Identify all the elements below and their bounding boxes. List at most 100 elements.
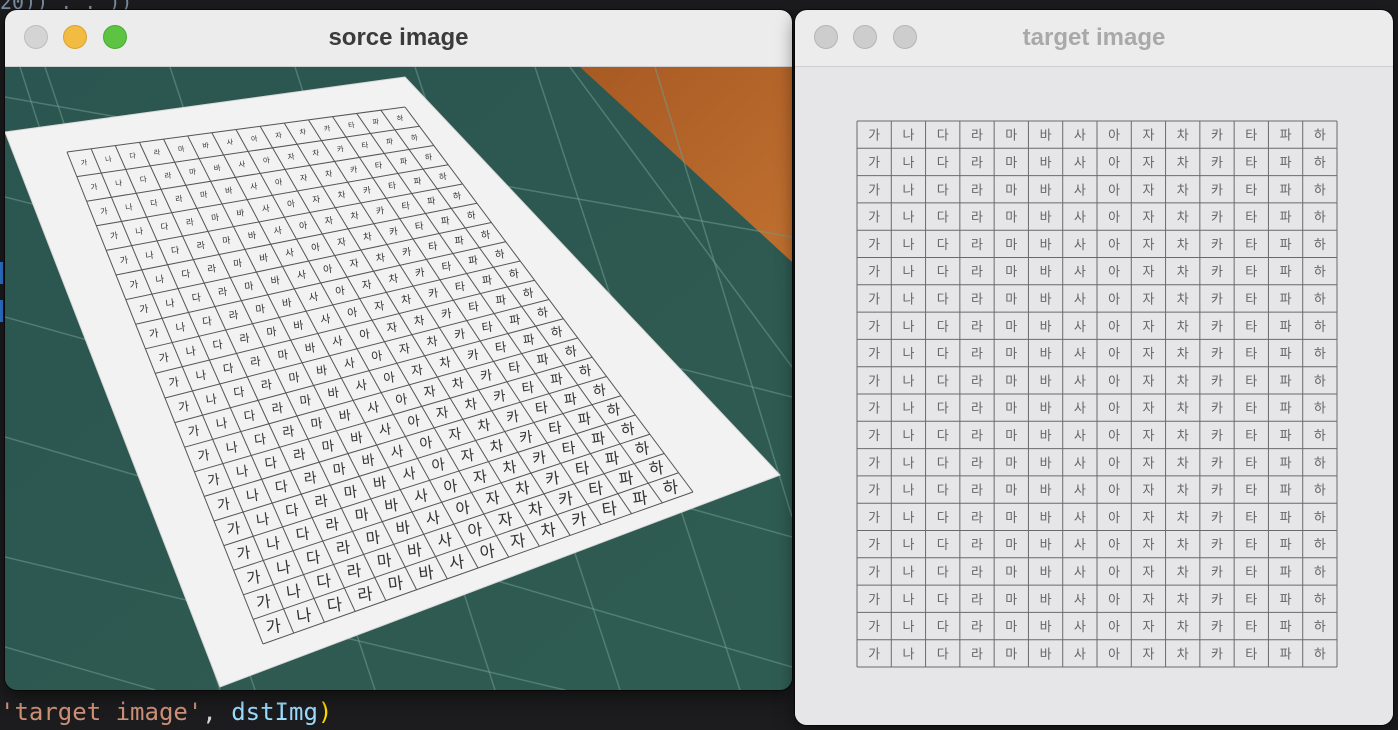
grid-cell-char: 카	[570, 510, 588, 531]
grid-cell-char: 다	[937, 429, 949, 444]
grid-cell-char: 타	[1245, 593, 1257, 608]
grid-cell-char: 아	[1108, 292, 1120, 307]
grid-cell-char: 라	[335, 538, 352, 558]
grid-cell-char: 바	[1040, 265, 1052, 280]
grid-cell-char: 가	[868, 211, 880, 226]
grid-cell-char: 차	[337, 190, 346, 201]
grid-cell-char: 다	[937, 620, 949, 635]
grid-cell-char: 카	[362, 186, 371, 197]
grid-cell-char: 하	[410, 132, 418, 143]
grid-cell-char: 마	[332, 461, 347, 479]
grid-cell-char: 다	[937, 565, 949, 580]
grid-cell-char: 카	[1211, 429, 1223, 444]
character-grid	[856, 120, 1338, 668]
grid-cell-char: 차	[1177, 402, 1189, 417]
grid-cell-char: 다	[937, 511, 949, 526]
grid-cell-char: 타	[1245, 320, 1257, 335]
grid-cell-char: 바	[1040, 347, 1052, 362]
grid-cell-char: 바	[1040, 183, 1052, 198]
grid-cell-char: 사	[436, 530, 453, 551]
grid-cell-char: 아	[286, 198, 295, 210]
grid-cell-char: 바	[1040, 593, 1052, 608]
grid-cell-char: 사	[413, 486, 429, 506]
grid-cell-char: 자	[1142, 484, 1154, 499]
grid-cell-char: 카	[557, 489, 574, 510]
grid-cell-char: 타	[601, 499, 619, 520]
grid-cell-char: 바	[383, 496, 399, 516]
grid-cell-char: 파	[1280, 429, 1292, 444]
grid-cell-char: 타	[587, 479, 604, 500]
grid-cell-char: 나	[285, 581, 302, 602]
grid-cell-char: 자	[1142, 511, 1154, 526]
grid-cell-char: 마	[1005, 456, 1017, 471]
grid-cell-char: 하	[1314, 292, 1326, 307]
grid-cell-char: 파	[1280, 347, 1292, 362]
grid-cell-char: 하	[1314, 129, 1326, 144]
source-image-window[interactable]: sorce image 가나다라마바사아자차카타파하가나다라마바사아자차카타파하…	[5, 10, 792, 690]
grid-cell-char: 타	[1245, 565, 1257, 580]
grid-cell-char: 바	[1040, 429, 1052, 444]
code-line-bottom: 'target image', dstImg)	[0, 698, 332, 726]
grid-cell-char: 카	[1211, 265, 1223, 280]
grid-cell-char: 마	[1005, 156, 1017, 171]
grid-cell-char: 사	[1074, 183, 1086, 198]
grid-cell-char: 바	[1040, 538, 1052, 553]
grid-cell-char: 마	[1005, 511, 1017, 526]
grid-cell-char: 다	[937, 211, 949, 226]
grid-cell-char: 카	[1211, 620, 1223, 635]
grid-cell-char: 나	[185, 345, 197, 359]
grid-cell-char: 카	[1211, 402, 1223, 417]
grid-cell-char: 나	[902, 347, 914, 362]
grid-cell-char: 라	[282, 424, 296, 440]
grid-cell-char: 타	[1245, 620, 1257, 635]
grid-cell-char: 라	[971, 402, 983, 417]
window-titlebar[interactable]: target image	[795, 10, 1393, 67]
grid-cell-char: 사	[366, 400, 380, 416]
grid-cell-char: 아	[478, 542, 496, 563]
grid-cell-char: 나	[135, 227, 144, 238]
grid-cell-char: 가	[158, 351, 170, 365]
grid-cell-char: 마	[1005, 484, 1017, 499]
grid-cell-char: 하	[1314, 211, 1326, 226]
grid-cell-char: 라	[207, 263, 217, 275]
grid-cell-char: 카	[1211, 156, 1223, 171]
grid-cell-char: 파	[1280, 402, 1292, 417]
grid-cell-char: 차	[1177, 129, 1189, 144]
grid-cell-char: 바	[1040, 320, 1052, 335]
grid-cell-char: 파	[468, 255, 479, 268]
grid-cell-char: 하	[1314, 565, 1326, 580]
grid-cell-char: 타	[1245, 265, 1257, 280]
grid-cell-char: 가	[868, 484, 880, 499]
grid-cell-char: 파	[604, 449, 621, 469]
grid-cell-char: 차	[1177, 374, 1189, 389]
grid-cell-char: 다	[937, 129, 949, 144]
grid-cell-char: 바	[1040, 238, 1052, 253]
grid-cell-char: 사	[261, 204, 270, 215]
grid-cell-char: 사	[1074, 211, 1086, 226]
grid-cell-char: 카	[479, 368, 493, 384]
grid-cell-char: 파	[1280, 511, 1292, 526]
grid-cell-char: 하	[1314, 402, 1326, 417]
grid-cell-char: 라	[971, 347, 983, 362]
grid-cell-char: 아	[262, 155, 270, 166]
grid-cell-char: 마	[1005, 593, 1017, 608]
grid-cell-char: 타	[454, 280, 466, 294]
grid-cell-char: 카	[1211, 238, 1223, 253]
grid-cell-char: 나	[902, 183, 914, 198]
target-image-window[interactable]: target image 가나다라마바사아자차카타파하가나다라마바사아자차카타파…	[795, 10, 1393, 725]
grid-cell-char: 라	[971, 456, 983, 471]
grid-cell-char: 자	[1142, 593, 1154, 608]
grid-cell-char: 나	[902, 320, 914, 335]
grid-cell-char: 하	[1314, 320, 1326, 335]
grid-cell-char: 타	[1245, 292, 1257, 307]
grid-cell-char: 사	[448, 552, 466, 573]
grid-cell-char: 파	[563, 391, 578, 409]
grid-cell-char: 라	[971, 156, 983, 171]
grid-cell-char: 가	[868, 292, 880, 307]
grid-cell-char: 파	[590, 429, 606, 449]
grid-cell-char: 카	[414, 267, 425, 280]
grid-cell-char: 마	[354, 505, 370, 525]
window-titlebar[interactable]: sorce image	[5, 10, 792, 67]
grid-cell-char: 나	[165, 297, 176, 310]
grid-cell-char: 카	[427, 286, 439, 300]
